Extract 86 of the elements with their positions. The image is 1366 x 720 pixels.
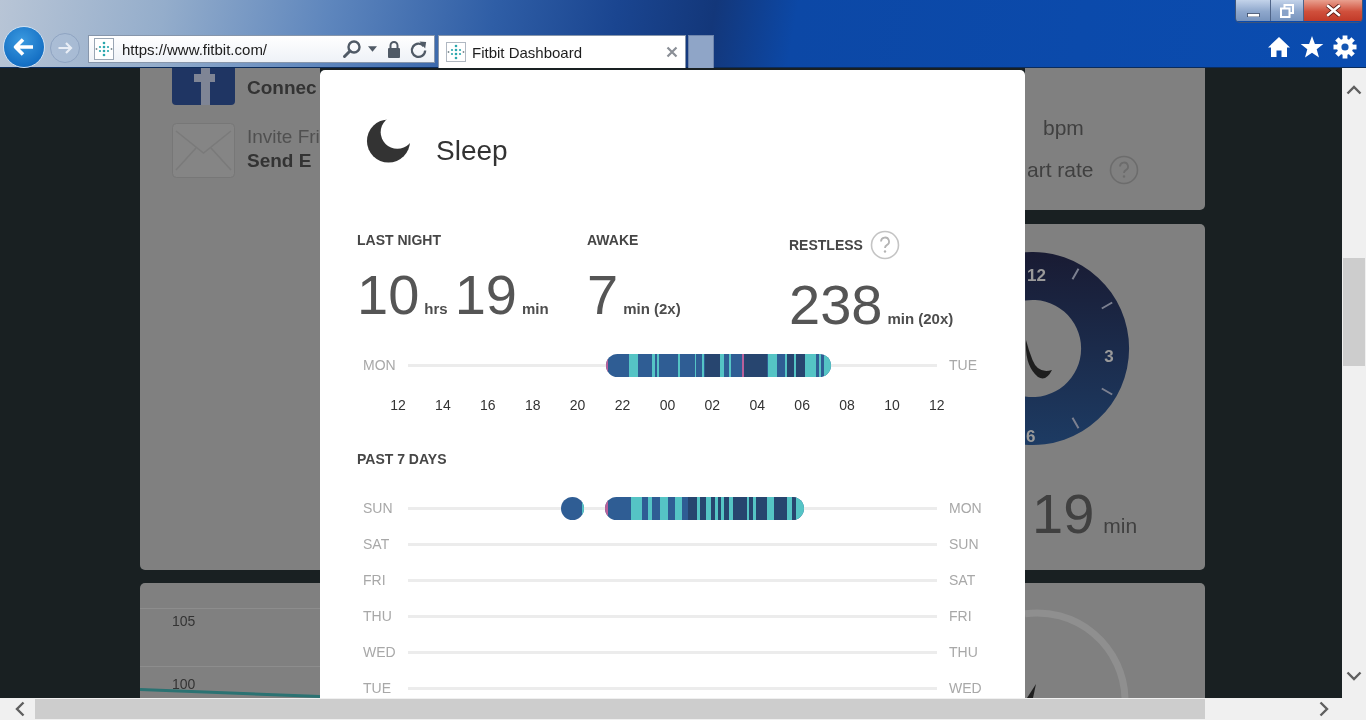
horizontal-scrollbar[interactable] [0, 698, 1366, 720]
unit-text: bpm [1043, 116, 1085, 140]
day-label: SUN [362, 500, 394, 516]
dotted-logo-icon [446, 42, 466, 62]
sleep-dot-drawing [560, 496, 584, 520]
axis-label: 105 [172, 613, 196, 629]
moon-icon [1025, 340, 1052, 379]
stat-value: 238 [789, 275, 883, 335]
day-label: THU [948, 644, 978, 660]
hour-label: 20 [568, 397, 587, 413]
hour-label: 04 [748, 397, 767, 413]
day-label: THU [362, 608, 393, 624]
hour-label: 12 [928, 397, 946, 413]
moon-icon [365, 116, 412, 164]
caret-icon[interactable] [368, 46, 377, 52]
back-button[interactable] [3, 26, 45, 68]
gauge-needle-icon [1027, 684, 1037, 698]
day-label: TUE [362, 680, 392, 696]
lock-icon [387, 40, 401, 58]
close-icon[interactable] [666, 46, 678, 58]
day-label: FRI [362, 572, 387, 588]
hour-label: 10 [883, 397, 901, 413]
sleep-minutes-value: 19 [1032, 484, 1095, 544]
stat-unit: min (20x) [887, 310, 954, 327]
scrollbar-thumb[interactable] [35, 699, 1205, 719]
scrollbar-thumb[interactable] [1343, 258, 1365, 366]
hour-label: 02 [703, 397, 722, 413]
hour-label: 14 [434, 397, 452, 413]
contact-text: Connec [247, 75, 317, 100]
stat-unit: hrs [424, 300, 448, 317]
minimize-icon [1246, 12, 1260, 17]
hour-label: 18 [523, 397, 542, 413]
url-text[interactable]: https://www.fitbit.com/ [122, 40, 342, 58]
hour-label: 12 [389, 397, 407, 413]
restore-button[interactable] [1271, 0, 1304, 21]
day-label: MON [948, 500, 982, 516]
dotted-logo-icon [94, 38, 114, 60]
stat-value: 10 [357, 265, 420, 325]
day-label: SUN [948, 536, 979, 552]
day-label: WED [948, 680, 982, 696]
axis-label: 100 [172, 676, 196, 692]
right-arrow-icon [57, 40, 73, 56]
close-icon [1324, 4, 1342, 17]
star-icon[interactable] [1300, 35, 1324, 59]
stat-label: AWAKE [587, 232, 639, 248]
stat-label: LAST NIGHT [357, 232, 441, 248]
day-label: MON [362, 357, 397, 373]
day-label: SAT [362, 536, 391, 552]
dialog-title: Sleep [436, 137, 508, 165]
hour-label: 06 [793, 397, 811, 413]
day-label: FRI [948, 608, 973, 624]
dial-hour-label: 6 [1026, 427, 1036, 446]
stat-unit: min [521, 300, 549, 317]
unit-text: min [1103, 514, 1138, 538]
search-icon[interactable] [342, 39, 362, 59]
restore-icon [1280, 3, 1294, 18]
hour-label: 22 [613, 397, 632, 413]
cross-logo-icon [172, 68, 235, 105]
section-title: PAST 7 DAYS [357, 451, 448, 468]
left-chevron-icon[interactable] [14, 701, 25, 717]
address-bar[interactable]: https://www.fitbit.com/ [88, 35, 435, 63]
stat-value: 7 [587, 265, 619, 325]
dial-hour-label: 3 [1104, 347, 1114, 366]
contact-text: Send E [247, 149, 313, 173]
hour-label: 16 [479, 397, 497, 413]
down-chevron-icon[interactable] [1346, 671, 1362, 681]
refresh-icon[interactable] [409, 39, 428, 59]
browser-tab[interactable]: Fitbit Dashboard [438, 35, 686, 68]
dial-hour-label: 12 [1027, 266, 1046, 285]
stat-unit: min (2x) [623, 300, 681, 317]
hour-label: 08 [838, 397, 856, 413]
day-label: SAT [948, 572, 977, 588]
day-label: WED [362, 644, 397, 660]
home-icon[interactable] [1267, 35, 1291, 59]
stat-label: RESTLESS [789, 237, 863, 253]
settings-icon[interactable] [1333, 35, 1357, 59]
day-label: TUE [948, 357, 977, 373]
metric-label: art rate [1027, 158, 1094, 182]
minimize-button[interactable] [1236, 0, 1271, 21]
up-chevron-icon[interactable] [1346, 85, 1362, 95]
close-button[interactable] [1304, 0, 1362, 21]
stat-value: 19 [454, 265, 517, 325]
left-arrow-icon [12, 35, 36, 59]
vertical-scrollbar[interactable] [1342, 68, 1366, 698]
hour-label: 00 [658, 397, 677, 413]
right-chevron-icon[interactable] [1319, 701, 1329, 717]
